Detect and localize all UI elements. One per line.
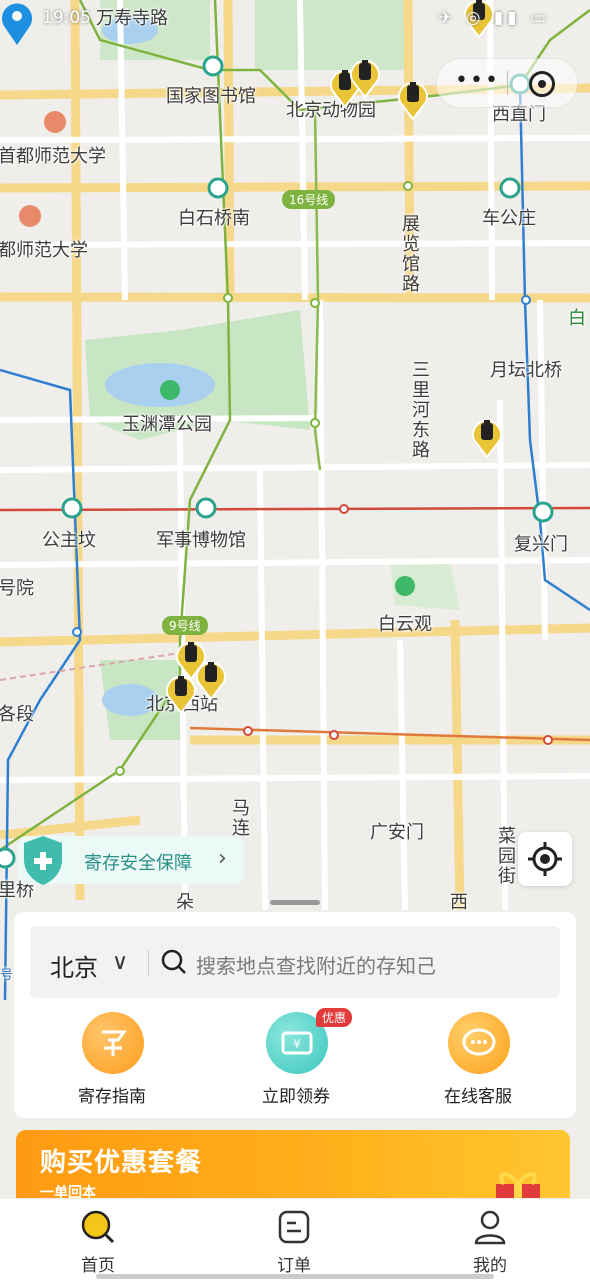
map-label-xi: 西 [450,892,468,913]
map-label-yuetanbeiqiao: 月坛北桥 [490,360,562,381]
map-label-hao: 号 [0,968,14,983]
map-label-yuyuantan-park: 玉渊潭公园 [122,414,212,435]
city-selector[interactable]: 北京 [50,948,98,983]
map-label-capital-normal-univ: 首都师范大学 [0,146,106,167]
miniprogram-capsule: ••• [436,58,578,108]
locker-pin-icon[interactable] [194,656,228,700]
shield-plus-icon [24,836,62,885]
status-icons: ✈ ◎ ▮▮ ▭ [437,8,550,28]
search-icon [161,949,186,974]
tab-orders-label: 订单 [277,1256,311,1276]
map-label-gongzhufen: 公主坟 [42,530,96,551]
map-label-ma: 马连 [229,798,250,838]
map-label-guanganmen: 广安门 [370,822,424,843]
metro-line16-badge: 16号线 [282,190,336,209]
map-label-military-museum: 军事博物馆 [156,530,246,551]
map-label-sanlihe-east-road: 三里河东路 [409,360,430,460]
tab-profile[interactable]: 我的 [430,1207,550,1277]
svg-text:¥: ¥ [293,1037,301,1051]
chevron-right-icon: › [218,846,227,871]
storage-guide-button[interactable]: 寄存指南 [52,1008,172,1108]
locker-pin-icon[interactable] [164,670,198,714]
get-coupon-button[interactable]: ¥ 优惠 立即领券 [236,1008,356,1108]
home-search-icon [81,1210,115,1244]
locker-pin-icon[interactable] [348,54,382,98]
map-label-geduan: 各段 [0,704,34,725]
map-label-lu: 朵 [176,892,194,913]
search-divider [148,950,149,976]
tab-orders[interactable]: 订单 [234,1207,354,1277]
map-label-fuxingmen: 复兴门 [514,534,568,555]
capsule-divider [507,71,508,95]
close-circle-icon[interactable] [529,71,555,97]
tab-home[interactable]: 首页 [38,1207,158,1277]
map-label-bai: 白 [568,308,586,329]
online-support-button[interactable]: 在线客服 [418,1008,538,1108]
locate-me-button[interactable] [518,832,572,886]
map-label-national-library: 国家图书馆 [166,86,256,107]
discount-badge: 优惠 [316,1008,353,1027]
status-bar: 19:05 ✈ ◎ ▮▮ ▭ [0,0,590,34]
sheet-drag-handle[interactable] [270,900,320,905]
online-support-label: 在线客服 [444,1087,512,1107]
profile-icon [474,1210,506,1245]
storage-safety-label: 寄存安全保障 [84,853,192,874]
promo-title: 购买优惠套餐 [40,1148,203,1178]
chat-bubble-icon [448,1012,510,1074]
get-coupon-label: 立即领券 [262,1087,330,1107]
search-input[interactable]: 搜索地点查找附近的存知己 [196,950,436,979]
tab-profile-label: 我的 [473,1256,507,1276]
status-time: 19:05 [42,8,91,28]
locker-pin-icon[interactable] [396,76,430,120]
more-dots-icon[interactable]: ••• [455,68,500,93]
metro-line9-badge: 9号线 [162,616,208,635]
bottom-card: 北京 ∨ 搜索地点查找附近的存知己 寄存指南 ¥ 优惠 立即领券 在线客服 [14,912,576,1118]
map-label-haoyuan: 号院 [0,578,34,599]
storage-guide-label: 寄存指南 [78,1087,146,1107]
order-icon [278,1210,310,1244]
storage-safety-button[interactable]: 寄存安全保障 › [18,836,244,885]
crosshair-icon [528,842,562,876]
search-bar[interactable]: 北京 ∨ 搜索地点查找附近的存知己 [30,926,560,998]
map-label-zhanlanguan-road: 展览馆路 [399,214,420,294]
chevron-down-icon[interactable]: ∨ [112,950,128,975]
map-label-caiyuanjie: 菜园街 [495,826,516,886]
locker-pin-icon[interactable] [470,414,504,458]
map-label-baishiqiaonan: 白石桥南 [178,208,250,229]
storage-guide-icon [82,1012,144,1074]
bottom-tab-bar: 首页 订单 我的 [0,1198,590,1281]
home-indicator [96,1274,494,1279]
map-label-baiyunguan: 白云观 [378,614,432,635]
tab-home-label: 首页 [81,1256,115,1276]
map-label-chegongzhuang: 车公庄 [482,208,536,229]
map-label-capital-normal-univ-2: 都师范大学 [0,240,88,261]
